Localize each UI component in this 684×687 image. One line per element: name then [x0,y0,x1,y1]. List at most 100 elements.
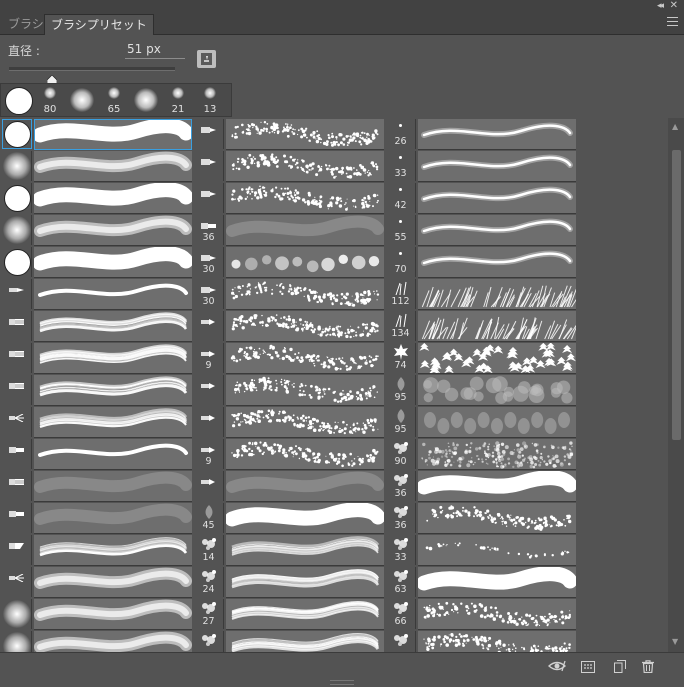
brush-stroke-preview[interactable] [34,247,192,278]
trash-icon[interactable] [642,658,658,674]
brush-tip-grass-icon[interactable]: 112 [386,279,416,309]
brush-tip-soft-round-icon[interactable] [2,215,32,245]
brush-tip-flat-tip-icon[interactable]: 36 [194,215,224,245]
brush-tip-soft-round-icon[interactable] [2,631,32,652]
brush-stroke-preview[interactable] [418,151,576,182]
brush-tip-leaf-icon[interactable]: 95 [386,375,416,405]
brush-tip-angle-tip-icon[interactable] [2,535,32,565]
collapse-panel-icon[interactable]: ◂◂ [657,1,664,11]
brush-tip-bristle-tip-icon[interactable] [2,311,32,341]
brush-tip-airbrush-icon[interactable] [194,119,224,149]
brush-stroke-preview[interactable] [418,183,576,214]
recent-brush-5[interactable]: 21 [162,84,194,116]
brush-stroke-preview[interactable] [418,311,576,342]
brush-tip-soft-round-icon[interactable] [2,599,32,629]
brush-tip-pen-tip-icon[interactable] [194,471,224,501]
diameter-slider-thumb[interactable] [46,70,58,86]
panel-menu-icon[interactable] [667,17,678,26]
brush-stroke-preview[interactable] [226,407,384,438]
brush-stroke-preview[interactable] [226,343,384,374]
brush-tip-spray-icon[interactable]: 24 [194,567,224,597]
brush-stroke-preview[interactable] [34,311,192,342]
brush-tip-fan-tip-icon[interactable] [2,407,32,437]
tab-brush[interactable]: ブラシ [2,14,50,34]
brush-stroke-preview[interactable] [418,247,576,278]
brush-stroke-preview[interactable] [226,279,384,310]
brush-stroke-preview[interactable] [34,183,192,214]
panel-grid-icon[interactable] [581,658,597,673]
brush-tip-dot-icon[interactable]: 55 [386,215,416,245]
brush-stroke-preview[interactable] [34,119,192,150]
brush-tip-leaf-icon[interactable]: 45 [194,503,224,533]
brush-stroke-preview[interactable] [34,535,192,566]
brush-tip-pencil-tip-icon[interactable] [2,279,32,309]
brush-stroke-preview[interactable] [226,151,384,182]
recent-brush-4[interactable] [130,84,162,116]
brush-stroke-preview[interactable] [226,599,384,630]
brush-stroke-preview[interactable] [34,567,192,598]
brush-tip-airbrush-icon[interactable]: 30 [194,247,224,277]
brush-tip-spray-icon[interactable]: 14 [194,535,224,565]
brush-stroke-preview[interactable] [418,599,576,630]
brush-stroke-preview[interactable] [226,215,384,246]
brush-tip-texture-icon[interactable]: 36 [386,503,416,533]
brush-stroke-preview[interactable] [34,215,192,246]
brush-tip-airbrush-icon[interactable]: 30 [194,279,224,309]
brush-stroke-preview[interactable] [226,183,384,214]
brush-tip-dot-icon[interactable]: 33 [386,151,416,181]
brush-tip-bristle-tip-icon[interactable] [2,375,32,405]
brush-stroke-preview[interactable] [226,471,384,502]
brush-tip-grass-icon[interactable]: 134 [386,311,416,341]
brush-tip-dot-icon[interactable]: 42 [386,183,416,213]
brush-stroke-preview[interactable] [418,439,576,470]
brush-stroke-preview[interactable] [418,375,576,406]
brush-stroke-preview[interactable] [418,631,576,652]
brush-tip-dot-icon[interactable]: 70 [386,247,416,277]
brush-tip-bristle-tip-icon[interactable] [2,471,32,501]
brush-stroke-preview[interactable] [34,279,192,310]
brush-tip-pen-tip-icon[interactable] [194,407,224,437]
brush-stroke-preview[interactable] [226,631,384,652]
brush-stroke-preview[interactable] [226,439,384,470]
brush-tip-pen-tip-icon[interactable]: 9 [194,343,224,373]
new-preset-from-brush-button[interactable] [197,50,216,68]
brush-stroke-preview[interactable] [418,471,576,502]
recent-brush-0[interactable] [2,84,34,116]
scroll-up-arrow-icon[interactable]: ▲ [672,122,678,131]
tab-brush-presets[interactable]: ブラシプリセット [44,14,154,35]
brush-stroke-preview[interactable] [418,535,576,566]
brush-tip-texture-icon[interactable]: 63 [386,567,416,597]
new-brush-icon[interactable] [614,658,630,673]
recent-brush-1[interactable]: 80 [34,84,66,116]
brush-tip-soft-round-icon[interactable] [2,151,32,181]
recent-brush-3[interactable]: 65 [98,84,130,116]
brush-stroke-preview[interactable] [418,343,576,374]
brush-stroke-preview[interactable] [34,631,192,652]
brush-stroke-preview[interactable] [226,375,384,406]
brush-tip-spray-icon[interactable]: 27 [194,599,224,629]
brush-stroke-preview[interactable] [34,503,192,534]
brush-stroke-preview[interactable] [34,407,192,438]
diameter-slider[interactable] [9,67,175,71]
brush-stroke-preview[interactable] [226,567,384,598]
brush-tip-texture-icon[interactable]: 90 [386,439,416,469]
brush-tip-fan-tip-icon[interactable] [2,567,32,597]
brush-tip-dot-icon[interactable]: 26 [386,119,416,149]
close-panel-icon[interactable]: ✕ [670,0,678,11]
brush-tip-airbrush-icon[interactable] [194,183,224,213]
brush-stroke-preview[interactable] [226,247,384,278]
brush-tip-texture-icon[interactable] [386,631,416,652]
brush-tip-hard-round-icon[interactable] [2,119,32,149]
recent-brush-6[interactable]: 13 [194,84,226,116]
diameter-value[interactable]: 51 px [127,42,161,56]
brush-tip-flat-tip-icon[interactable] [2,439,32,469]
brush-stroke-preview[interactable] [34,375,192,406]
brush-tip-pen-tip-icon[interactable] [194,311,224,341]
brush-tip-texture-icon[interactable]: 66 [386,599,416,629]
scroll-down-arrow-icon[interactable]: ▼ [672,637,678,646]
brush-stroke-preview[interactable] [418,407,576,438]
brush-tip-airbrush-icon[interactable] [194,151,224,181]
brush-stroke-preview[interactable] [226,119,384,150]
brush-stroke-preview[interactable] [226,535,384,566]
brush-stroke-preview[interactable] [34,471,192,502]
